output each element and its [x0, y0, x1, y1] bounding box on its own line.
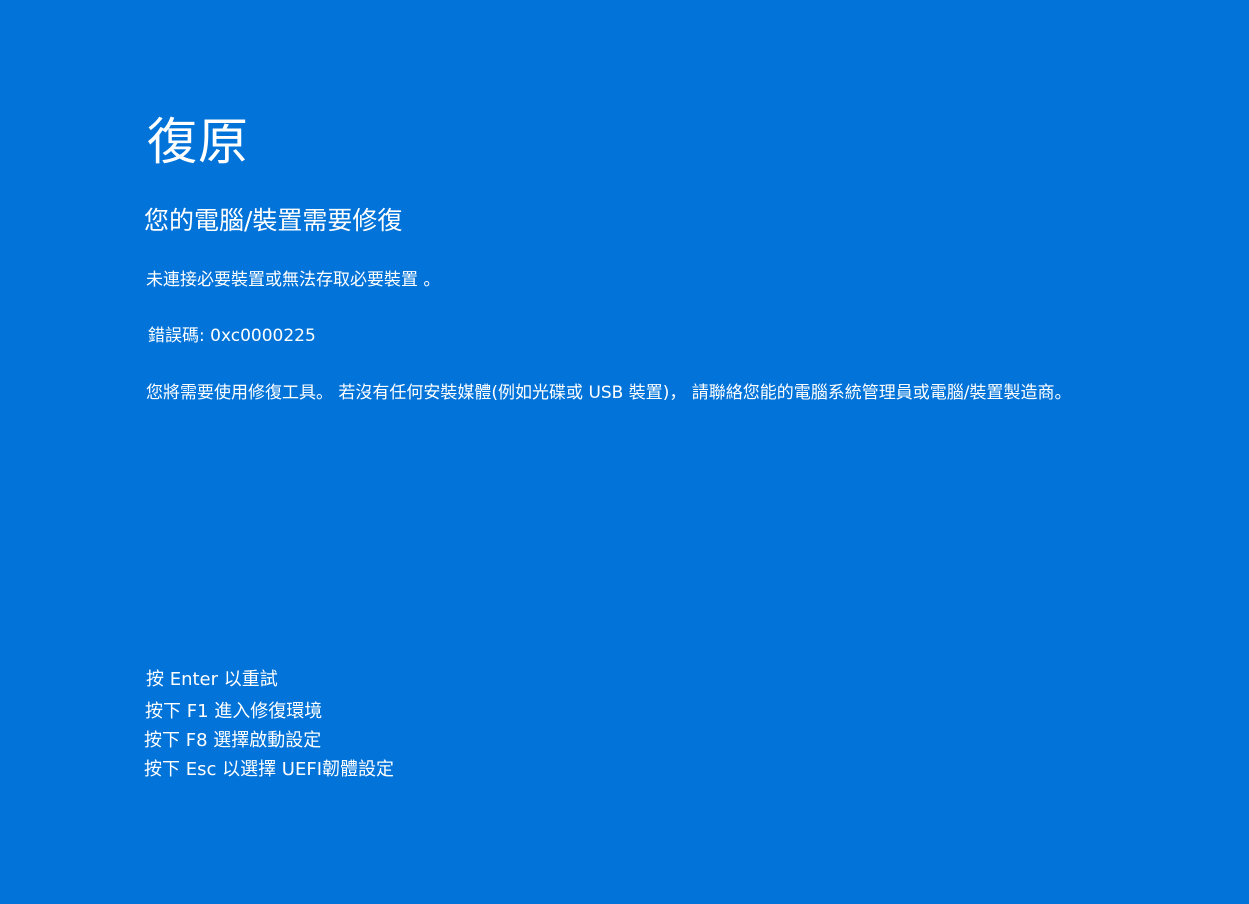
error-code-label: 錯誤碼:	[148, 326, 205, 346]
recovery-screen: 復原 您的電腦/裝置需要修復 未連接必要裝置或無法存取必要裝置 。 錯誤碼: 0…	[0, 0, 1249, 904]
error-code-value: 0xc0000225	[210, 326, 316, 346]
error-code-line: 錯誤碼: 0xc0000225	[148, 324, 316, 348]
key-option-f1-recovery[interactable]: 按下 F1 進入修復環境	[145, 699, 322, 725]
error-message: 未連接必要裝置或無法存取必要裝置 。	[146, 270, 441, 290]
key-option-enter-retry[interactable]: 按 Enter 以重試	[146, 667, 278, 693]
key-option-f8-startup-settings[interactable]: 按下 F8 選擇啟動設定	[144, 728, 321, 754]
repair-advice: 您將需要使用修復工具。 若沒有任何安裝媒體(例如光碟或 USB 裝置)， 請聯絡…	[146, 383, 1072, 403]
key-option-esc-uefi-settings[interactable]: 按下 Esc 以選擇 UEFI韌體設定	[144, 757, 394, 783]
page-subtitle: 您的電腦/裝置需要修復	[144, 206, 403, 235]
page-title: 復原	[147, 113, 249, 171]
